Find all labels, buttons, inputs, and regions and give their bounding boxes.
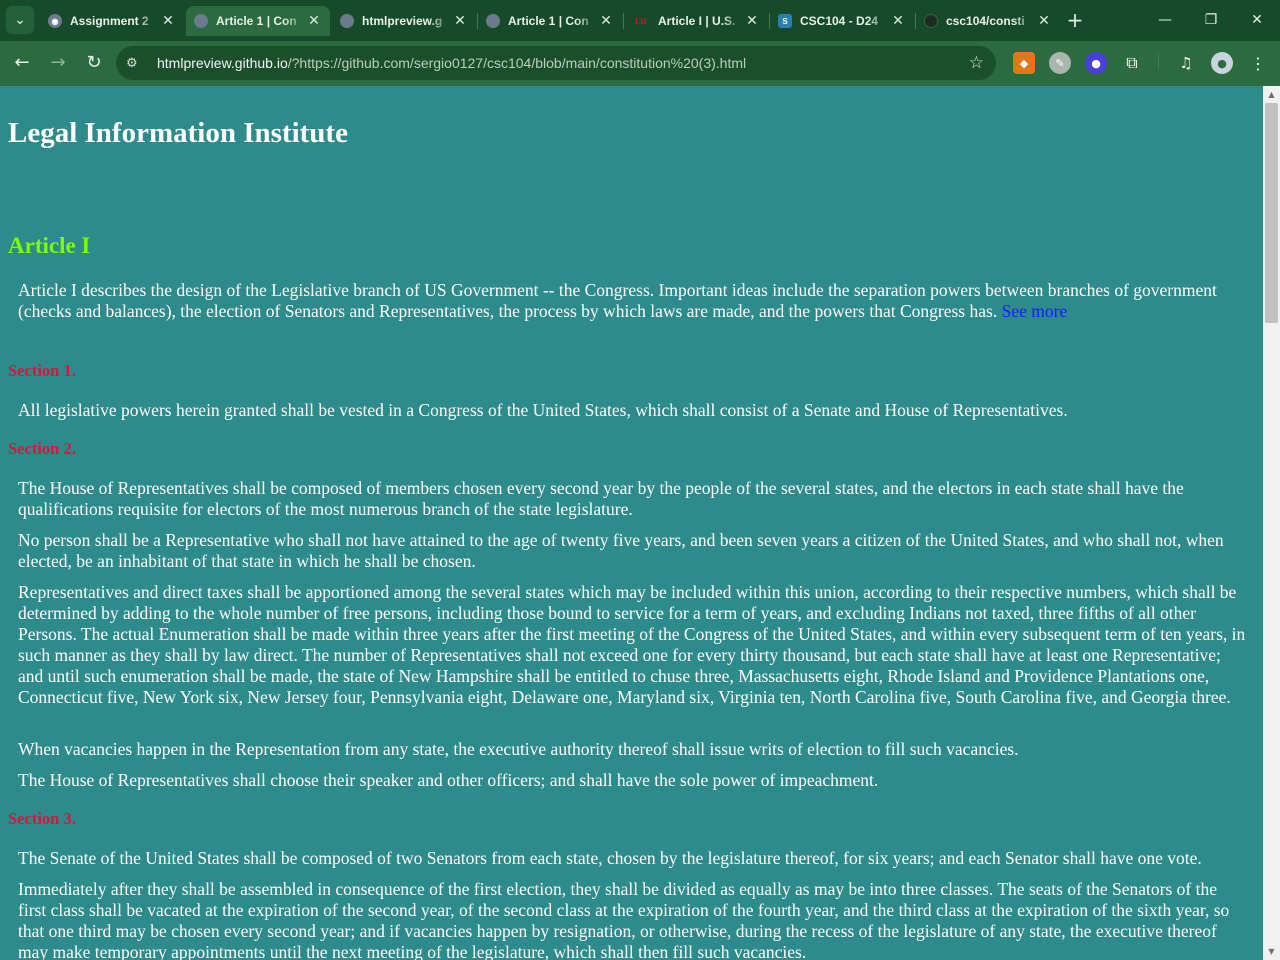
section-1-paragraph: All legislative powers herein granted sh… — [18, 400, 1068, 420]
tab-article-i-us[interactable]: LII Article I | U.S. ✕ — [624, 6, 768, 36]
section-3-paragraph-2: Immediately after they shall be assemble… — [18, 879, 1230, 960]
tab-title: Article 1 | Con — [216, 14, 297, 28]
url-text[interactable]: htmlpreview.github.io/?https://github.co… — [157, 55, 746, 71]
bookmark-star-icon[interactable]: ☆ — [969, 53, 984, 73]
article-title: Article I — [8, 233, 91, 258]
minimize-icon[interactable]: — — [1153, 8, 1177, 32]
scroll-up-arrow-icon[interactable]: ▲ — [1263, 86, 1280, 103]
tab-title: Article 1 | Con — [508, 14, 589, 28]
site-settings-icon[interactable]: ⚙ — [126, 56, 146, 71]
close-icon[interactable]: ✕ — [160, 13, 176, 29]
extension-icon[interactable]: ✎ — [1049, 52, 1071, 74]
tab-title: CSC104 - D24 — [800, 14, 879, 28]
tab-title: Article I | U.S. — [658, 14, 736, 28]
section-3-paragraph-1: The Senate of the United States shall be… — [18, 848, 1202, 868]
section-2-paragraph-2: No person shall be a Representative who … — [18, 530, 1224, 571]
reload-icon[interactable]: ↻ — [80, 49, 108, 77]
tab-htmlpreview[interactable]: htmlpreview.g ✕ — [332, 6, 476, 36]
page-viewport — [0, 86, 1263, 960]
tab-strip: ⌄ ◉ Assignment 2 ✕ Article 1 | Con ✕ htm… — [0, 0, 1280, 41]
scroll-down-arrow-icon[interactable]: ▼ — [1263, 943, 1280, 960]
new-tab-plus-icon[interactable]: + — [1064, 8, 1086, 32]
metamask-extension-icon[interactable]: ◆ — [1013, 52, 1035, 74]
forward-arrow-icon[interactable]: → — [44, 49, 72, 77]
tab-title: csc104/consti — [946, 14, 1025, 28]
github-favicon-icon — [924, 14, 938, 28]
see-more-link[interactable]: See more — [1002, 301, 1068, 321]
tab-search-button[interactable]: ⌄ — [6, 6, 34, 34]
tab-github-constitution[interactable]: csc104/consti ✕ — [916, 6, 1060, 36]
section-2-paragraph-4: When vacancies happen in the Representat… — [18, 739, 1019, 759]
tab-csc104[interactable]: S CSC104 - D24 ✕ — [770, 6, 914, 36]
section-1-heading: Section 1. — [8, 361, 76, 380]
window-close-icon[interactable]: ✕ — [1245, 8, 1269, 32]
globe-favicon-icon — [194, 14, 208, 28]
back-arrow-icon[interactable]: ← — [8, 49, 36, 77]
toolbar-separator — [1158, 54, 1159, 70]
section-3-heading: Section 3. — [8, 809, 76, 828]
close-icon[interactable]: ✕ — [1036, 13, 1052, 29]
tab-article-1-b[interactable]: Article 1 | Con ✕ — [478, 6, 622, 36]
profile-avatar[interactable]: ● — [1211, 52, 1233, 74]
vertical-scrollbar[interactable]: ▲ ▼ — [1263, 86, 1280, 960]
article-intro: Article I describes the design of the Le… — [18, 280, 1246, 322]
restore-icon[interactable]: ❐ — [1199, 8, 1223, 32]
section-2-heading: Section 2. — [8, 439, 76, 458]
section-2-paragraph-3: Representatives and direct taxes shall b… — [18, 582, 1246, 707]
globe-favicon-icon — [340, 14, 354, 28]
close-icon[interactable]: ✕ — [452, 13, 468, 29]
puzzle-extensions-icon[interactable]: ⧉ — [1121, 52, 1143, 74]
site-title: Legal Information Institute — [8, 117, 348, 149]
url-host: htmlpreview.github.io — [157, 55, 288, 71]
close-icon[interactable]: ✕ — [744, 13, 760, 29]
section-2-paragraph-1: The House of Representatives shall be co… — [18, 478, 1184, 519]
globe-favicon-icon: ◉ — [48, 14, 62, 28]
close-icon[interactable]: ✕ — [890, 13, 906, 29]
media-control-icon[interactable]: ♫ — [1175, 52, 1197, 74]
section-2-paragraph-5: The House of Representatives shall choos… — [18, 770, 879, 790]
tab-title: htmlpreview.g — [362, 14, 443, 28]
more-menu-icon[interactable]: ⋮ — [1247, 52, 1269, 74]
close-icon[interactable]: ✕ — [306, 13, 322, 29]
scrollbar-thumb[interactable] — [1265, 103, 1278, 323]
globe-favicon-icon — [486, 14, 500, 28]
course-favicon-icon: S — [778, 14, 792, 28]
url-path: /?https://github.com/sergio0127/csc104/b… — [287, 55, 747, 71]
address-bar[interactable]: ⚙ htmlpreview.github.io/?https://github.… — [116, 46, 996, 80]
circle-extension-icon[interactable]: ● — [1085, 52, 1107, 74]
chevron-down-icon: ⌄ — [14, 12, 26, 28]
browser-toolbar: ← → ↻ ⚙ htmlpreview.github.io/?https://g… — [0, 41, 1280, 86]
tab-assignment-2[interactable]: ◉ Assignment 2 ✕ — [40, 6, 184, 36]
tab-article-1-active[interactable]: Article 1 | Con ✕ — [186, 6, 330, 36]
tab-title: Assignment 2 — [70, 14, 149, 28]
close-icon[interactable]: ✕ — [598, 13, 614, 29]
lii-favicon-icon: LII — [635, 16, 647, 26]
